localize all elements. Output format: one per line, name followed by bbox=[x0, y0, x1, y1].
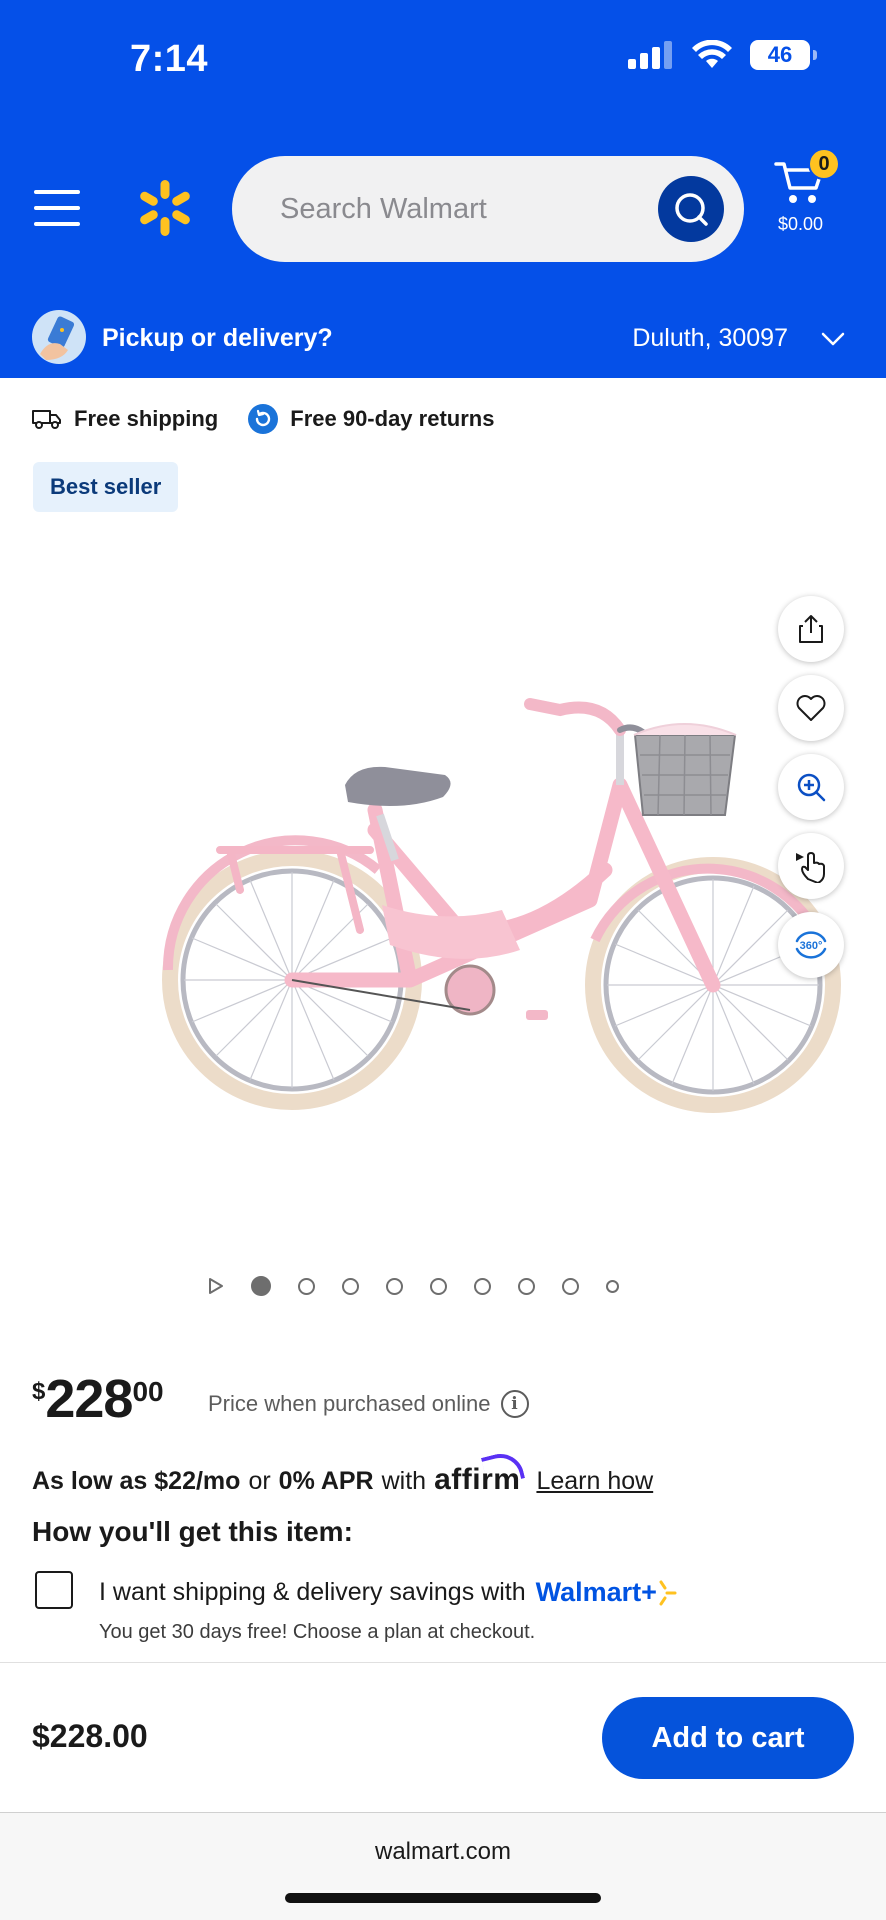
share-icon bbox=[799, 615, 823, 643]
menu-button[interactable] bbox=[34, 190, 80, 226]
price-currency: $ bbox=[32, 1378, 46, 1405]
affirm-or: or bbox=[248, 1467, 271, 1495]
affirm-with: with bbox=[381, 1467, 427, 1495]
add-to-cart-button[interactable]: Add to cart bbox=[602, 1697, 854, 1779]
cellular-signal-icon bbox=[628, 41, 672, 69]
zoom-in-icon bbox=[797, 773, 826, 802]
zoom-button[interactable] bbox=[778, 754, 844, 820]
gallery-dot[interactable] bbox=[342, 1277, 359, 1295]
walmart-plus-label: I want shipping & delivery savings with bbox=[99, 1578, 526, 1606]
gallery-dot[interactable] bbox=[562, 1277, 579, 1295]
gallery-dot[interactable] bbox=[298, 1277, 315, 1295]
product-price: $ 228 00 bbox=[32, 1372, 164, 1426]
affirm-apr: 0% APR bbox=[278, 1467, 374, 1495]
favorite-button[interactable] bbox=[778, 675, 844, 741]
perks-row: Free shipping Free 90-day returns bbox=[32, 404, 494, 434]
truck-icon bbox=[32, 410, 61, 429]
rotate-360-icon: 360° bbox=[795, 931, 827, 959]
walmart-plus-option[interactable]: I want shipping & delivery savings with … bbox=[99, 1577, 677, 1608]
fulfillment-heading: How you'll get this item: bbox=[32, 1516, 353, 1547]
search-button[interactable] bbox=[658, 176, 724, 242]
price-cents: 00 bbox=[132, 1376, 164, 1407]
hamburger-icon bbox=[34, 190, 80, 226]
perk-label: Free shipping bbox=[74, 406, 219, 431]
spark-icon bbox=[659, 1580, 677, 1605]
divider bbox=[0, 1662, 886, 1663]
phone-hand-icon bbox=[40, 316, 75, 360]
wifi-icon bbox=[692, 40, 732, 68]
price-note-text: Price when purchased online bbox=[208, 1391, 491, 1416]
walmart-plus-logo: Walmart+ bbox=[536, 1577, 677, 1608]
search-input[interactable] bbox=[280, 186, 640, 232]
location-city: Duluth, 30097 bbox=[632, 324, 788, 352]
gallery-dot[interactable] bbox=[518, 1277, 535, 1295]
price-note: Price when purchased online i bbox=[208, 1390, 529, 1418]
info-icon[interactable]: i bbox=[500, 1390, 529, 1418]
image-actions: 360° bbox=[778, 596, 844, 978]
gallery-dot[interactable] bbox=[386, 1277, 403, 1295]
cart-button[interactable]: 0 $0.00 bbox=[772, 148, 864, 242]
product-image[interactable] bbox=[150, 640, 850, 1130]
affirm-financing: As low as $22/mo or 0% APR with affirm L… bbox=[32, 1463, 653, 1497]
return-icon bbox=[248, 404, 279, 434]
gallery-dot[interactable] bbox=[251, 1276, 271, 1296]
location-avatar bbox=[32, 310, 86, 364]
status-time: 7:14 bbox=[130, 38, 209, 80]
affirm-monthly: As low as $22/mo bbox=[32, 1467, 241, 1495]
browser-bar bbox=[0, 1813, 886, 1920]
walmart-plus-checkbox[interactable] bbox=[35, 1571, 73, 1609]
perk-free-shipping: Free shipping bbox=[32, 406, 218, 432]
chevron-down-icon bbox=[821, 332, 845, 346]
gallery-dot[interactable] bbox=[474, 1277, 491, 1295]
perk-label: Free 90-day returns bbox=[290, 406, 495, 431]
view-360-button[interactable]: 360° bbox=[778, 912, 844, 978]
heart-icon bbox=[796, 695, 826, 721]
walmart-plus-brand: Walmart+ bbox=[535, 1577, 657, 1607]
battery-indicator: 46 bbox=[750, 40, 817, 70]
gallery-dot[interactable] bbox=[606, 1279, 619, 1293]
share-button[interactable] bbox=[778, 596, 844, 662]
browser-url[interactable]: walmart.com bbox=[0, 1838, 886, 1866]
perk-free-returns: Free 90-day returns bbox=[248, 404, 494, 434]
gallery-dot[interactable] bbox=[430, 1277, 447, 1295]
cart-count-badge: 0 bbox=[808, 148, 840, 180]
learn-how-link[interactable]: Learn how bbox=[536, 1467, 653, 1496]
best-seller-badge: Best seller bbox=[33, 462, 179, 512]
gallery-pagination bbox=[208, 1276, 619, 1296]
sticky-price: $228.00 bbox=[32, 1718, 148, 1754]
svg-text:360°: 360° bbox=[800, 940, 823, 952]
affirm-logo: affirm bbox=[434, 1463, 521, 1496]
cart-total: $0.00 bbox=[778, 214, 824, 234]
play-icon[interactable] bbox=[208, 1277, 224, 1295]
hand-pointer-icon bbox=[796, 852, 825, 883]
app-header: 7:14 46 Search Walmart 0 $0.00 Pickup or… bbox=[0, 0, 886, 378]
interactive-view-button[interactable] bbox=[778, 833, 844, 899]
home-indicator[interactable] bbox=[285, 1893, 601, 1903]
free-trial-note: You get 30 days free! Choose a plan at c… bbox=[99, 1621, 536, 1643]
price-whole: 228 bbox=[45, 1369, 133, 1429]
spark-icon bbox=[140, 180, 190, 236]
walmart-spark-logo[interactable] bbox=[135, 178, 195, 238]
location-bar[interactable]: Pickup or delivery? Duluth, 30097 bbox=[0, 302, 886, 378]
status-icons: 46 bbox=[628, 40, 817, 70]
search-bar bbox=[232, 156, 744, 262]
search-icon bbox=[675, 193, 708, 226]
pickup-delivery-label: Pickup or delivery? bbox=[102, 324, 333, 352]
